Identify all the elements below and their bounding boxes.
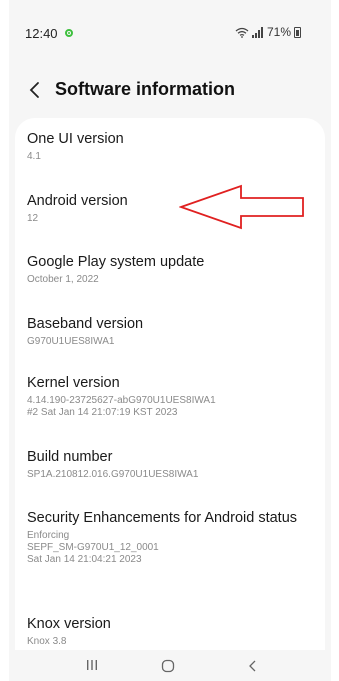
- list-item-build-number[interactable]: Build number SP1A.210812.016.G970U1UES8I…: [27, 448, 317, 481]
- list-item-value: G970U1UES8IWA1: [27, 336, 115, 347]
- list-item-knox-version[interactable]: Knox version Knox 3.8: [27, 615, 317, 648]
- list-item-value: Enforcing: [27, 530, 70, 541]
- status-icons: 71%: [235, 25, 301, 39]
- list-item-title: One UI version: [27, 131, 124, 147]
- wifi-icon: [235, 27, 249, 38]
- app-header: Software information: [9, 70, 331, 110]
- notification-dot-icon: [65, 29, 73, 37]
- page-title: Software information: [55, 79, 236, 99]
- list-item-one-ui-version[interactable]: One UI version 4.1: [27, 130, 317, 163]
- list-item-value: SP1A.210812.016.G970U1UES8IWA1: [27, 469, 199, 480]
- list-item-security-enhancements[interactable]: Security Enhancements for Android status…: [27, 509, 317, 566]
- back-arrow-icon[interactable]: [25, 78, 45, 102]
- list-item-value: #2 Sat Jan 14 21:07:19 KST 2023: [27, 407, 178, 418]
- list-item-value: Sat Jan 14 21:04:21 2023: [27, 554, 142, 565]
- list-item-value: Knox 3.8: [27, 636, 67, 647]
- recent-apps-icon[interactable]: [85, 658, 99, 672]
- list-item-google-play-update[interactable]: Google Play system update October 1, 202…: [27, 253, 317, 286]
- status-time: 12:40: [25, 26, 58, 41]
- home-icon[interactable]: [161, 659, 175, 673]
- list-item-value: SEPF_SM-G970U1_12_0001: [27, 542, 159, 553]
- list-item-baseband-version[interactable]: Baseband version G970U1UES8IWA1: [27, 315, 317, 348]
- signal-icon: [251, 26, 263, 38]
- list-item-title: Baseband version: [27, 316, 144, 332]
- list-item-value: October 1, 2022: [27, 274, 99, 285]
- phone-screen: 12:40 71% Software information One UI ve…: [9, 0, 331, 681]
- list-item-value: 4.1: [27, 151, 41, 162]
- list-item-title: Knox version: [27, 616, 111, 632]
- list-item-kernel-version[interactable]: Kernel version 4.14.190-23725627-abG970U…: [27, 374, 317, 419]
- annotation-arrow-icon: [179, 184, 304, 230]
- nav-back-icon[interactable]: [247, 659, 259, 673]
- status-bar: 12:40 71%: [9, 0, 331, 58]
- list-item-title: Kernel version: [27, 375, 120, 391]
- list-item-title: Build number: [27, 449, 113, 465]
- list-item-title: Security Enhancements for Android status: [27, 510, 298, 526]
- list-item-title: Google Play system update: [27, 254, 205, 270]
- battery-icon: [294, 26, 301, 38]
- navigation-bar: [9, 650, 331, 681]
- list-item-value: 4.14.190-23725627-abG970U1UES8IWA1: [27, 395, 216, 406]
- battery-percent: 71%: [266, 25, 291, 39]
